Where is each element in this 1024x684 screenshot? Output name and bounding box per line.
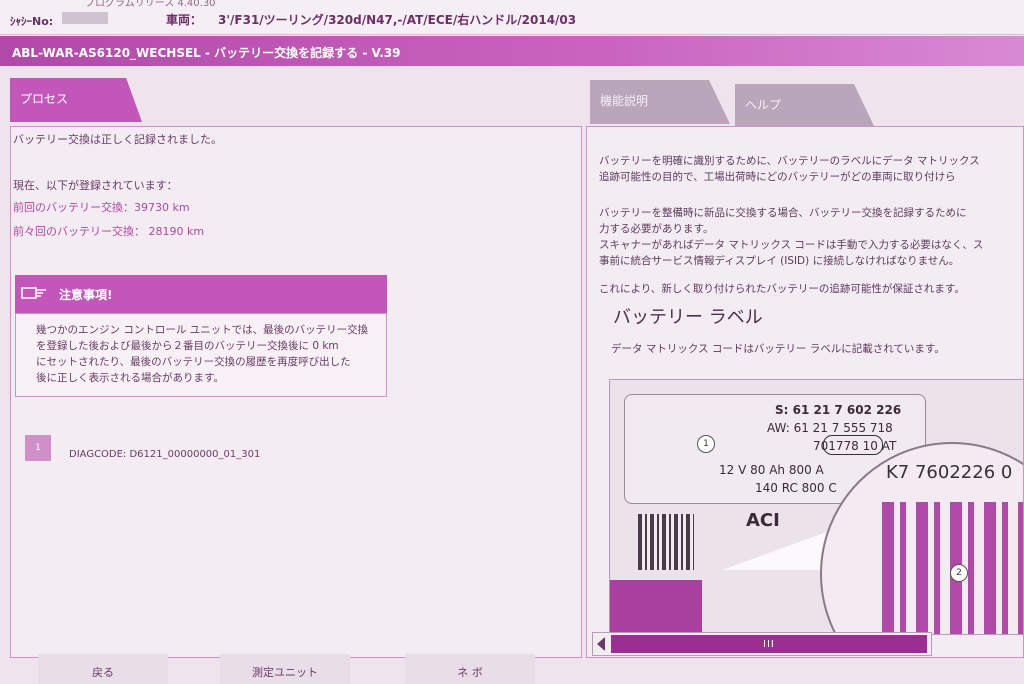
battery-label-image: S: 61 21 7 602 226 AW: 61 21 7 555 718 7… — [609, 379, 1023, 635]
bottom-button-3[interactable]: ネ ボ — [405, 654, 535, 684]
description-line: バッテリーを整備時に新品に交換する場合、バッテリー交換を記録するために — [599, 207, 967, 219]
small-data-matrix — [638, 514, 694, 570]
title-bar: ABL-WAR-AS6120_WECHSEL - バッテリー交換を記録する - … — [0, 36, 1024, 66]
diag-step-number[interactable]: 1 — [25, 435, 51, 461]
scrollbar-grip: III — [763, 639, 775, 650]
label-aw-number: AW: 61 21 7 555 718 — [767, 421, 893, 435]
tab-function-description[interactable]: 機能説明 — [590, 80, 730, 124]
battery-body — [610, 580, 702, 634]
magnifier-pointer — [722, 530, 832, 570]
header-bar: プログラムリリース 4.40.30 ｼｬｼｰNo: 車両： 3'/F31/ツーリ… — [0, 0, 1024, 35]
magnified-code-text: K7 7602226 0 — [886, 462, 1013, 483]
before-previous-change-value: 前々回のバッテリー交換： 28190 km — [13, 225, 205, 238]
back-button[interactable]: 戻る — [38, 654, 168, 684]
scroll-left-arrow-icon[interactable] — [597, 637, 605, 651]
tab-help[interactable]: ヘルプ — [735, 84, 875, 128]
notice-title: 注意事項! — [59, 288, 113, 302]
recorded-message: バッテリー交換は正しく記録されました。 — [13, 133, 222, 146]
notice-body: 幾つかのエンジン コントロール ユニットでは、最後のバッテリー交換 を登録した後… — [15, 313, 387, 397]
tab-process[interactable]: プロセス — [10, 78, 142, 122]
page-title: ABL-WAR-AS6120_WECHSEL - バッテリー交換を記録する - … — [12, 46, 401, 60]
marker-1: 1 — [697, 435, 715, 453]
label-spec-2: 140 RC 800 C — [755, 481, 837, 495]
measure-unit-button[interactable]: 測定ユニット — [220, 654, 350, 684]
previous-change-value: 前回のバッテリー交換：39730 km — [13, 201, 190, 214]
program-version: プログラムリリース 4.40.30 — [85, 0, 216, 9]
label-s-number: S: 61 21 7 602 226 — [775, 403, 902, 417]
vehicle-value: 3'/F31/ツーリング/320d/N47,-/AT/ECE/右ハンドル/201… — [218, 13, 577, 27]
description-line: バッテリーを明確に識別するために、バッテリーのラベルにデータ マトリックス — [599, 155, 980, 167]
chassis-label: ｼｬｼｰNo: — [10, 15, 54, 28]
description-line: これにより、新しく取り付けられたバッテリーの追跡可能性が保証されます。 — [599, 283, 965, 295]
notice-line: にセットされたり、最後のバッテリー交換の履歴を再度呼び出した — [36, 356, 351, 368]
battery-label-subtext: データ マトリックス コードはバッテリー ラベルに記載されています。 — [611, 343, 945, 355]
notice-line: 後に正しく表示される場合があります。 — [36, 372, 224, 384]
process-panel: バッテリー交換は正しく記録されました。 現在、以下が登録されています： 前回のバ… — [10, 126, 582, 658]
function-description-panel: バッテリーを明確に識別するために、バッテリーのラベルにデータ マトリックス 追跡… — [586, 126, 1024, 658]
chassis-value-redacted — [62, 12, 108, 24]
hand-pointer-icon — [21, 287, 46, 299]
description-line: スキャナーがあればデータ マトリックス コードは手動で入力する必要はなく、ス — [599, 239, 984, 251]
notice-line: を登録した後および最後から２番目のバッテリー交換後に 0 km — [36, 340, 339, 352]
marker-2: 2 — [950, 564, 968, 582]
vehicle-label: 車両： — [166, 13, 203, 27]
label-spec-1: 12 V 80 Ah 800 A — [719, 463, 824, 477]
horizontal-scrollbar[interactable]: III — [592, 632, 932, 656]
code-highlight-ellipse — [823, 435, 883, 455]
notice-line: 幾つかのエンジン コントロール ユニットでは、最後のバッテリー交換 — [36, 324, 369, 336]
notice-header: 注意事項! — [15, 275, 387, 313]
battery-brand: ACI — [746, 510, 780, 531]
diag-code: DIAGCODE: D6121_00000000_01_301 — [69, 449, 261, 460]
battery-label-heading: バッテリー ラベル — [613, 307, 763, 328]
current-registered-label: 現在、以下が登録されています： — [13, 179, 178, 192]
description-line: 事前に統合サービス情報ディスプレイ (ISID) に接続しなければなりません。 — [599, 255, 960, 267]
description-line: 追跡可能性の目的で、工場出荷時にどのバッテリーがどの車両に取り付けら — [599, 171, 956, 183]
description-line: 力する必要があります。 — [599, 223, 714, 235]
scrollbar-thumb[interactable]: III — [611, 635, 927, 653]
